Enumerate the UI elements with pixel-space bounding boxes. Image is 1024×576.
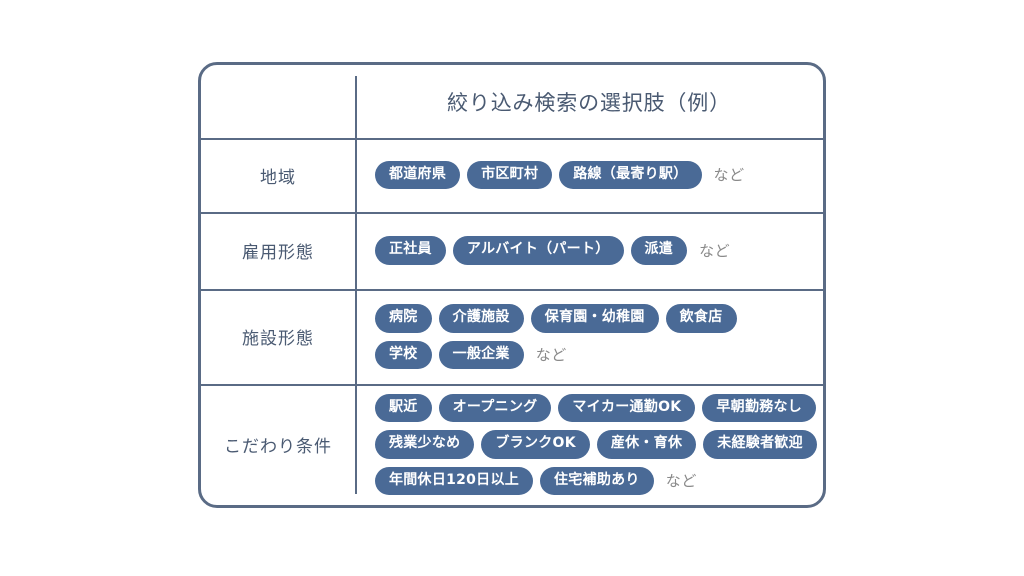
table-row-facility-type: 施設形態 病院 介護施設 保育園・幼稚園 飲食店 学校 一般企業 など: [201, 289, 823, 384]
row-body-facility-type: 病院 介護施設 保育園・幼稚園 飲食店 学校 一般企業 など: [355, 289, 823, 384]
row-label-preferences: こだわり条件: [223, 437, 333, 457]
filter-tag-nursing-facility[interactable]: 介護施設: [438, 304, 524, 333]
table-header-row: 絞り込み検索の選択肢（例）: [201, 65, 823, 138]
filter-table: 絞り込み検索の選択肢（例） 地域 都道府県 市区町村 路線（最寄り駅） など 雇…: [201, 65, 823, 505]
filter-tag-120-annual-holidays[interactable]: 年間休日120日以上: [375, 466, 534, 496]
filter-tag-car-commute-ok[interactable]: マイカー通勤OK: [558, 393, 696, 423]
tag-group-region: 都道府県 市区町村 路線（最寄り駅） など: [375, 160, 813, 190]
etc-label: など: [713, 166, 745, 185]
etc-label: など: [535, 346, 567, 365]
table-row-employment-type: 雇用形態 正社員 アルバイト（パート） 派遣 など: [201, 212, 823, 289]
filter-tag-near-station[interactable]: 駅近: [375, 393, 432, 423]
filter-tag-nursery-kindergarten[interactable]: 保育園・幼稚園: [530, 304, 659, 333]
tag-line: 正社員 アルバイト（パート） 派遣 など: [375, 236, 813, 265]
row-label-employment-type: 雇用形態: [241, 243, 315, 263]
row-body-region: 都道府県 市区町村 路線（最寄り駅） など: [355, 138, 823, 212]
header-row-label-cell: [201, 65, 355, 138]
page-canvas: 絞り込み検索の選択肢（例） 地域 都道府県 市区町村 路線（最寄り駅） など 雇…: [0, 0, 1024, 576]
row-label-region: 地域: [259, 167, 297, 188]
tag-line: 学校 一般企業 など: [375, 340, 813, 369]
tag-line: 年間休日120日以上 住宅補助あり など: [375, 466, 813, 496]
filter-tag-housing-allowance[interactable]: 住宅補助あり: [540, 466, 654, 496]
tag-line: 病院 介護施設 保育園・幼稚園 飲食店: [375, 304, 813, 333]
table-row-region: 地域 都道府県 市区町村 路線（最寄り駅） など: [201, 138, 823, 212]
filter-tag-prefecture[interactable]: 都道府県: [375, 160, 461, 190]
row-label-facility-type: 施設形態: [241, 329, 315, 349]
filter-tag-maternity-childcare-leave[interactable]: 産休・育休: [596, 430, 697, 459]
tag-line: 都道府県 市区町村 路線（最寄り駅） など: [375, 160, 813, 190]
tag-group-preferences: 駅近 オープニング マイカー通勤OK 早朝勤務なし 残業少なめ ブランクOK 産…: [375, 393, 817, 496]
filter-tag-opening[interactable]: オープニング: [438, 393, 552, 423]
row-body-preferences: 駅近 オープニング マイカー通勤OK 早朝勤務なし 残業少なめ ブランクOK 産…: [355, 384, 823, 505]
tag-line: 残業少なめ ブランクOK 産休・育休 未経験者歓迎: [375, 430, 817, 459]
filter-tag-low-overtime[interactable]: 残業少なめ: [375, 430, 475, 459]
filter-tag-municipality[interactable]: 市区町村: [467, 160, 553, 190]
etc-label: など: [665, 472, 697, 491]
table-row-preferences: こだわり条件 駅近 オープニング マイカー通勤OK 早朝勤務なし 残業少なめ ブ…: [201, 384, 823, 505]
filter-tag-parttime[interactable]: アルバイト（パート）: [452, 236, 624, 265]
filter-tag-restaurant[interactable]: 飲食店: [665, 304, 737, 333]
filter-tag-general-company[interactable]: 一般企業: [438, 340, 524, 369]
filter-tag-inexperienced-welcome[interactable]: 未経験者歓迎: [703, 430, 817, 459]
filter-tag-railway-line[interactable]: 路線（最寄り駅）: [559, 160, 702, 190]
search-filter-card: 絞り込み検索の選択肢（例） 地域 都道府県 市区町村 路線（最寄り駅） など 雇…: [198, 62, 826, 508]
header-row-title-cell: 絞り込み検索の選択肢（例）: [355, 65, 823, 138]
filter-tag-fulltime[interactable]: 正社員: [375, 236, 446, 265]
filter-tag-dispatch[interactable]: 派遣: [630, 236, 688, 265]
filter-tag-no-early-shift[interactable]: 早朝勤務なし: [702, 393, 817, 423]
page-title: 絞り込み検索の選択肢（例）: [447, 90, 731, 115]
etc-label: など: [699, 241, 731, 260]
filter-tag-blank-ok[interactable]: ブランクOK: [481, 430, 590, 459]
filter-tag-school[interactable]: 学校: [375, 340, 432, 369]
filter-tag-hospital[interactable]: 病院: [375, 304, 432, 333]
tag-line: 駅近 オープニング マイカー通勤OK 早朝勤務なし: [375, 393, 817, 423]
tag-group-employment-type: 正社員 アルバイト（パート） 派遣 など: [375, 236, 813, 265]
tag-group-facility-type: 病院 介護施設 保育園・幼稚園 飲食店 学校 一般企業 など: [375, 304, 813, 369]
row-body-employment-type: 正社員 アルバイト（パート） 派遣 など: [355, 212, 823, 289]
